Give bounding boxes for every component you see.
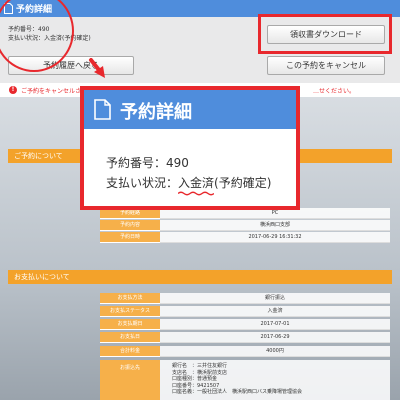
- reservation-number-value: 490: [166, 156, 189, 170]
- row-value: 2017-06-29: [160, 332, 390, 343]
- callout-reservation-number: 予約番号：490: [106, 154, 189, 171]
- table-row: 予約日時 2017-06-29 16:31:32: [100, 232, 390, 243]
- callout-payment-status: 支払い状況：入金済 (予約確定): [106, 174, 272, 196]
- bank-details: 銀行名 ：三井住友銀行 支店名 ：横浜駅前支店 口座種別：普通預金 口座番号：9…: [160, 360, 390, 400]
- bank-line: 口座名義：一般社団法人 横浜駅西口バス乗降場管理協会: [172, 389, 303, 395]
- table-row: 予約内容 横浜西口支部: [100, 220, 390, 231]
- reservation-number-label: 予約番号：: [106, 156, 167, 170]
- cancel-reservation-button[interactable]: この予約をキャンセル: [267, 56, 385, 75]
- document-icon: [94, 99, 111, 120]
- highlight-box: [258, 14, 392, 54]
- callout-header: 予約詳細: [84, 90, 296, 129]
- table-row: お支払方法 銀行振込: [100, 293, 390, 304]
- table-row: お支払ステータス 入金済: [100, 306, 390, 317]
- payment-status-value: 入金済: [178, 176, 215, 196]
- row-label: 合計料金: [100, 346, 160, 357]
- callout-title: 予約詳細: [120, 102, 192, 123]
- row-value: 横浜西口支部: [160, 220, 390, 231]
- table-row: お支払期日 2017-07-01: [100, 319, 390, 330]
- row-value: 2017-07-01: [160, 319, 390, 330]
- section-payment-header: お支払いについて: [8, 270, 392, 284]
- row-label: お支払期日: [100, 319, 160, 330]
- row-value: 銀行振込: [160, 293, 390, 304]
- row-value: 2017-06-29 16:31:32: [160, 232, 390, 243]
- row-label: お支払ステータス: [100, 306, 160, 317]
- row-value: 入金済: [160, 306, 390, 317]
- row-label: 予約内容: [100, 220, 160, 231]
- payment-status-label: 支払い状況：: [106, 176, 179, 190]
- bank-label: お振込先: [100, 360, 160, 400]
- table-row: お支払日 2017-06-29: [100, 332, 390, 343]
- row-label: お支払方法: [100, 293, 160, 304]
- payment-status-note: (予約確定): [214, 176, 272, 190]
- bank-info: お振込先 銀行名 ：三井住友銀行 支店名 ：横浜駅前支店 口座種別：普通預金 口…: [100, 360, 390, 400]
- warning-icon: !: [9, 86, 17, 94]
- table-row: 合計料金 4000円: [100, 346, 390, 357]
- zoom-callout: 予約詳細 予約番号：490 支払い状況：入金済 (予約確定): [80, 86, 300, 210]
- underline-squiggle: [178, 191, 215, 196]
- cancel-notice-text-end: …せください。: [313, 88, 356, 95]
- row-label: 予約日時: [100, 232, 160, 243]
- row-value: 4000円: [160, 346, 390, 357]
- payment-status-text: 入金済: [178, 176, 215, 190]
- row-label: お支払日: [100, 332, 160, 343]
- arrow-down-right-icon: [89, 58, 105, 78]
